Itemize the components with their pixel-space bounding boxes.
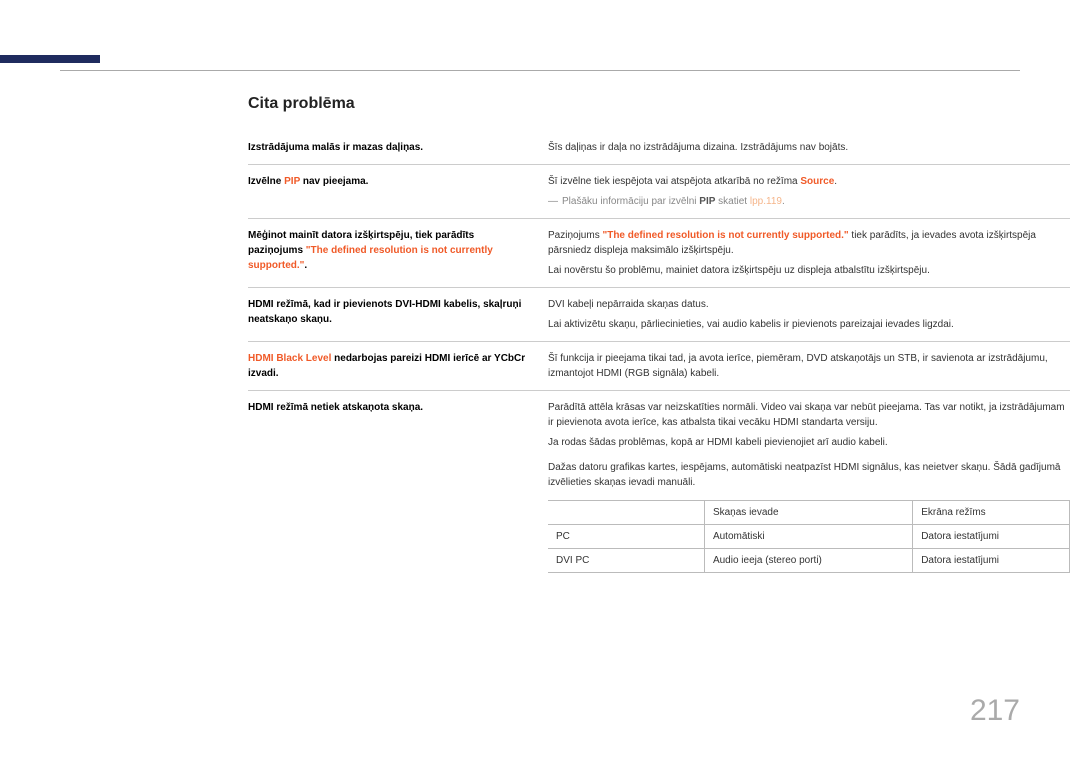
text: Paziņojums — [548, 230, 602, 241]
table-row: Skaņas ievade Ekrāna režīms — [548, 501, 1070, 525]
answer-cell: DVI kabeļi nepārraida skaņas datus. Lai … — [548, 297, 1070, 332]
answer-cell: Šī funkcija ir pieejama tikai tad, ja av… — [548, 351, 1070, 381]
table-row: Izvēlne PIP nav pieejama. Šī izvēlne tie… — [248, 165, 1070, 219]
table-row: PC Automātiski Datora iestatījumi — [548, 525, 1070, 549]
issue-cell: Izstrādājuma malās ir mazas daļiņas. — [248, 140, 548, 155]
issue-text-post: nav pieejama. — [300, 176, 368, 187]
answer-text: Dažas datoru grafikas kartes, iespējams,… — [548, 460, 1070, 490]
table-cell: Skaņas ievade — [704, 501, 912, 525]
source-highlight: Source — [800, 176, 834, 187]
page-number: 217 — [970, 694, 1020, 728]
answer-red: "The defined resolution is not currently… — [602, 230, 848, 241]
table-row: Izstrādājuma malās ir mazas daļiņas. Šīs… — [248, 131, 1070, 165]
table-row: HDMI režīmā, kad ir pievienots DVI-HDMI … — [248, 288, 1070, 342]
table-row: Mēģinot mainīt datora izšķirtspēju, tiek… — [248, 219, 1070, 288]
issue-cell: Mēģinot mainīt datora izšķirtspēju, tiek… — [248, 228, 548, 278]
answer-text: Paziņojums "The defined resolution is no… — [548, 228, 1070, 258]
issue-text-red: PIP — [284, 176, 300, 187]
issue-text-pre: Izvēlne — [248, 176, 284, 187]
issue-cell: HDMI režīmā, kad ir pievienots DVI-HDMI … — [248, 297, 548, 332]
table-cell: PC — [548, 525, 704, 549]
issue-cell: Izvēlne PIP nav pieejama. — [248, 174, 548, 209]
issue-post: . — [304, 260, 307, 271]
note-bold: PIP — [699, 196, 715, 207]
text: . — [834, 176, 837, 187]
answer-text: Lai aktivizētu skaņu, pārliecinieties, v… — [548, 317, 1070, 332]
issue-text: HDMI režīmā, kad ir pievienots DVI-HDMI … — [248, 299, 521, 325]
answer-text: Lai novērstu šo problēmu, mainiet datora… — [548, 263, 1070, 278]
answer-cell: Šīs daļiņas ir daļa no izstrādājuma diza… — [548, 140, 1070, 155]
table-row: HDMI režīmā netiek atskaņota skaņa. Parā… — [248, 391, 1070, 582]
issue-text: HDMI režīmā netiek atskaņota skaņa. — [248, 402, 423, 413]
table-cell: Audio ieeja (stereo porti) — [704, 549, 912, 573]
answer-text: DVI kabeļi nepārraida skaņas datus. — [548, 297, 1070, 312]
answer-text: Ja rodas šādas problēmas, kopā ar HDMI k… — [548, 435, 1070, 450]
note-pre: Plašāku informāciju par izvēlni — [562, 196, 699, 207]
note-post: . — [782, 196, 785, 207]
table-cell: Ekrāna režīms — [913, 501, 1070, 525]
table-row: DVI PC Audio ieeja (stereo porti) Datora… — [548, 549, 1070, 573]
dash-icon: ― — [548, 194, 562, 209]
header-accent-bar — [0, 55, 100, 63]
page-link[interactable]: lpp.119 — [750, 196, 782, 207]
note-mid: skatiet — [715, 196, 749, 207]
page: Cita problēma Izstrādājuma malās ir maza… — [0, 0, 1080, 763]
table-cell: Automātiski — [704, 525, 912, 549]
issue-text: Izstrādājuma malās ir mazas daļiņas. — [248, 142, 423, 153]
answer-cell: Paziņojums "The defined resolution is no… — [548, 228, 1070, 278]
table-cell: DVI PC — [548, 549, 704, 573]
note-line: ―Plašāku informāciju par izvēlni PIP ska… — [548, 194, 1070, 209]
section-title: Cita problēma — [248, 95, 1070, 113]
table-row: HDMI Black Level nedarbojas pareizi HDMI… — [248, 342, 1070, 391]
header-rule — [60, 70, 1020, 71]
answer-text: Parādītā attēla krāsas var neizskatīties… — [548, 400, 1070, 430]
table-cell: Datora iestatījumi — [913, 525, 1070, 549]
issue-cell: HDMI Black Level nedarbojas pareizi HDMI… — [248, 351, 548, 381]
issue-cell: HDMI režīmā netiek atskaņota skaņa. — [248, 400, 548, 573]
content-area: Cita problēma Izstrādājuma malās ir maza… — [248, 95, 1070, 582]
answer-text: Šīs daļiņas ir daļa no izstrādājuma diza… — [548, 140, 1070, 155]
answer-cell: Šī izvēlne tiek iespējota vai atspējota … — [548, 174, 1070, 209]
issue-red: HDMI Black Level — [248, 353, 331, 364]
table-cell — [548, 501, 704, 525]
text: Šī izvēlne tiek iespējota vai atspējota … — [548, 176, 800, 187]
answer-cell: Parādītā attēla krāsas var neizskatīties… — [548, 400, 1070, 573]
answer-text: Šī izvēlne tiek iespējota vai atspējota … — [548, 174, 1070, 189]
table-cell: Datora iestatījumi — [913, 549, 1070, 573]
settings-table: Skaņas ievade Ekrāna režīms PC Automātis… — [548, 500, 1070, 573]
answer-text: Šī funkcija ir pieejama tikai tad, ja av… — [548, 351, 1070, 381]
